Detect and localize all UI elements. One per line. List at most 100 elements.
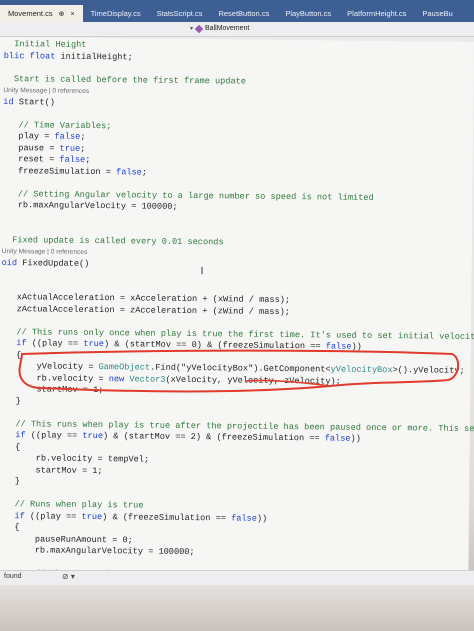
code-line: rb.velocity = tempVel; (0, 453, 150, 466)
code-line: { (0, 442, 20, 453)
code-token: rb.maxAngularVelocity = 100000; (0, 545, 195, 558)
tab-label: StatsScript.cs (156, 9, 203, 18)
code-line (0, 557, 4, 568)
code-token: // Runs when play is true (0, 499, 144, 511)
code-token: freezeSimulation = (2, 165, 117, 177)
tab-4[interactable]: PlayButton.cs (277, 5, 339, 22)
code-line: blic float initialHeight; (4, 51, 133, 63)
codelens-info: Unity Message | 0 references (1, 248, 88, 256)
code-token: oid (1, 257, 23, 268)
code-line: if ((play == true) & (freezeSimulation =… (0, 511, 267, 525)
dropdown-arrow-icon: ▾ (190, 26, 194, 32)
code-token: )) (351, 341, 362, 352)
code-token: FixedUpdate() (22, 257, 90, 269)
member-dropdown[interactable]: ▾ BallMovement (190, 24, 249, 34)
code-token: startMov = 1; (0, 464, 103, 476)
code-token: rb.velocity = tempVel; (0, 453, 150, 465)
code-token: if (16, 338, 27, 349)
code-token: false (231, 512, 257, 524)
code-editor[interactable]: I Initial Height blic float initialHeight… (0, 37, 474, 580)
code-token: ; (80, 131, 86, 142)
member-dropdown-label: BallMovement (205, 25, 250, 32)
code-token: true (82, 430, 104, 442)
code-token: ((play == (24, 510, 82, 522)
code-line: Initial Height (3, 39, 87, 51)
code-token: Initial Height (3, 39, 87, 50)
tab-2[interactable]: StatsScript.cs (149, 5, 211, 22)
code-token: Start is called before the first frame u… (3, 73, 246, 87)
tab-label: Movement.cs (8, 9, 53, 18)
code-line: pauseRunAmount = 0; (0, 534, 133, 546)
code-token: false (324, 433, 351, 444)
code-token: if (15, 430, 26, 441)
code-token: >().yVelocity; (392, 365, 465, 376)
pin-icon[interactable]: ⊕ (59, 11, 65, 18)
code-line: startMov = 1; (0, 384, 103, 396)
code-token: Start() (18, 96, 55, 108)
code-token: new (108, 373, 130, 384)
tab-label: ResetButton.cs (218, 9, 270, 18)
code-token: ((play == (26, 338, 84, 349)
code-token: pause = (2, 142, 60, 154)
code-line (2, 223, 7, 234)
code-token: blic (3, 50, 30, 61)
code-token: false (116, 166, 142, 177)
code-token: } (0, 476, 21, 487)
tab-3[interactable]: ResetButton.cs (210, 5, 277, 22)
tab-label: PlayButton.cs (285, 9, 332, 18)
code-token: false (59, 154, 86, 165)
code-token: GameObject (98, 362, 151, 373)
code-line: freezeSimulation = false; (2, 165, 148, 179)
code-token: // Time Variables; (3, 119, 112, 131)
tab-0[interactable]: Movement.cs ⊕ × (0, 5, 83, 22)
text-cursor-icon: I (200, 266, 204, 278)
code-line (0, 407, 5, 418)
code-token: initialHeight; (60, 51, 133, 62)
class-member-icon (194, 24, 204, 34)
code-token: )) (256, 513, 268, 524)
code-token: float (29, 50, 61, 62)
code-line: oid FixedUpdate() (2, 258, 90, 270)
tab-6[interactable]: PauseBu (414, 5, 460, 22)
code-line (4, 62, 9, 73)
code-line: // Runs when play is true (0, 499, 144, 512)
code-line: startMov = 1; (0, 465, 103, 477)
codelens-info: Unity Message | 0 references (3, 87, 90, 95)
status-control[interactable]: ⊘ ▾ (62, 572, 75, 581)
find-result-text: found (4, 573, 22, 580)
code-line (1, 315, 6, 326)
code-token: rb.velocity = (0, 372, 109, 384)
code-line: rb.maxAngularVelocity = 100000; (2, 200, 178, 213)
code-token: startMov = 1; (0, 384, 104, 396)
code-token: yVelocity = (0, 361, 99, 373)
code-line: pause = true; (3, 143, 86, 155)
code-line (1, 269, 6, 280)
code-token: false (54, 131, 81, 142)
code-line: play = false; (3, 131, 86, 143)
code-token: ; (80, 143, 86, 154)
status-bar: found ⊘ ▾ (0, 570, 474, 585)
tab-label: TimeDisplay.cs (90, 9, 141, 18)
code-token: Vector3 (129, 373, 166, 385)
code-line (2, 212, 7, 223)
code-token: ; (85, 154, 91, 165)
code-token: true (59, 143, 81, 154)
tab-1[interactable]: TimeDisplay.cs (83, 5, 149, 22)
tab-5[interactable]: PlatformHeight.cs (339, 5, 414, 22)
close-icon[interactable]: × (70, 11, 74, 18)
code-token: .Find("yVelocityBox").GetComponent< (150, 362, 331, 375)
code-token: ; (141, 166, 148, 178)
code-token: false (325, 341, 352, 352)
code-token: { (0, 441, 21, 452)
code-line: } (0, 476, 20, 487)
